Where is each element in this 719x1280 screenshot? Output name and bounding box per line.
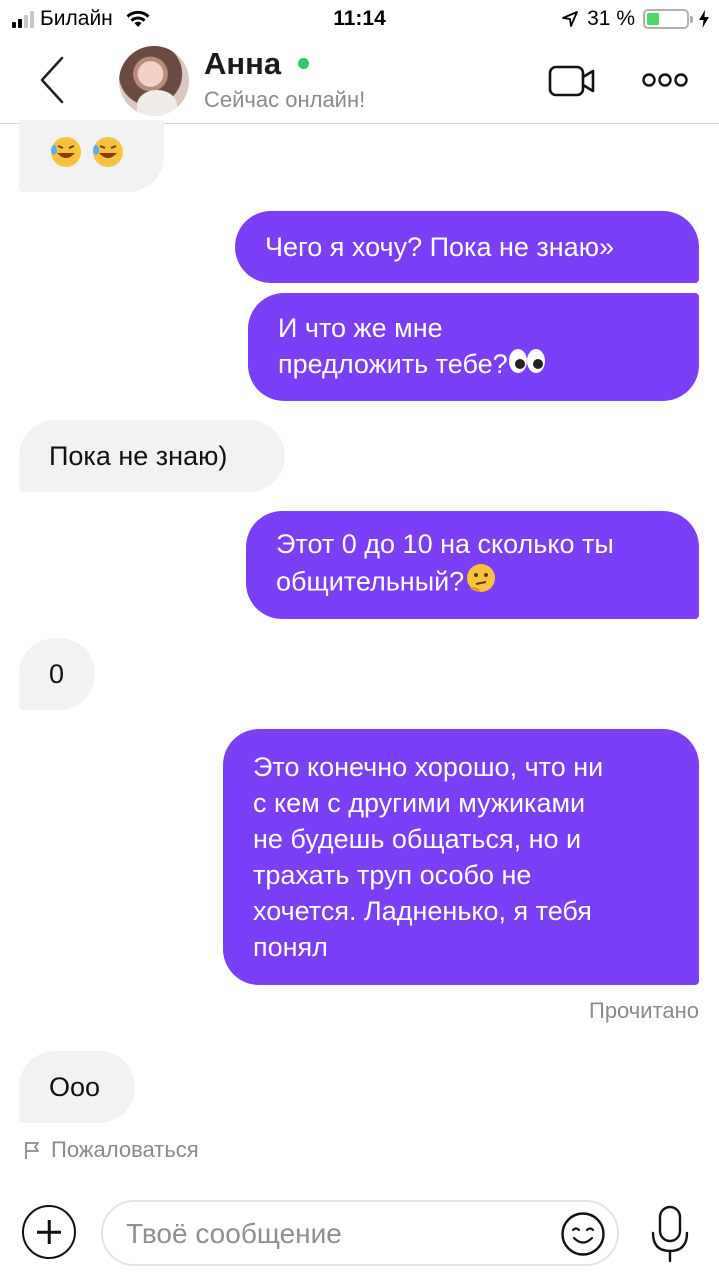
message-input[interactable]: Твоё сообщение bbox=[101, 1200, 619, 1266]
more-dots-icon[interactable] bbox=[642, 68, 688, 92]
eyes-emoji-icon bbox=[508, 347, 546, 384]
smile-icon[interactable] bbox=[560, 1211, 606, 1257]
location-arrow-icon bbox=[562, 11, 579, 27]
read-receipt: Прочитано bbox=[589, 998, 699, 1023]
laughing-emoji-icon bbox=[91, 135, 125, 178]
message-text: Этот 0 до 10 на сколько ты общительный? bbox=[276, 526, 614, 605]
message-text: 0 bbox=[49, 659, 65, 689]
video-camera-icon[interactable] bbox=[548, 64, 596, 98]
message-text: Ооо bbox=[49, 1072, 101, 1102]
microphone-icon[interactable] bbox=[650, 1205, 690, 1263]
message-bubble-incoming[interactable]: Ооо bbox=[19, 1051, 135, 1123]
back-chevron-icon[interactable] bbox=[32, 54, 72, 106]
message-bubble-outgoing[interactable]: Это конечно хорошо, что ни с кем с други… bbox=[223, 729, 699, 985]
message-text: И что же мне предложить тебе? bbox=[278, 310, 546, 384]
plus-circle-icon[interactable] bbox=[22, 1205, 76, 1259]
message-bubble-incoming[interactable]: 0 bbox=[19, 638, 95, 710]
status-bar-right: 31 % bbox=[561, 7, 709, 31]
message-text: Пока не знаю) bbox=[49, 441, 228, 471]
online-indicator bbox=[298, 58, 309, 69]
status-bar: Билайн 11:14 31 % bbox=[0, 0, 719, 40]
battery-percent: 31 % bbox=[587, 7, 635, 30]
contact-name[interactable]: Анна bbox=[204, 46, 281, 82]
report-link[interactable]: Пожаловаться bbox=[23, 1137, 199, 1163]
message-bubble-outgoing[interactable]: Чего я хочу? Пока не знаю» bbox=[235, 211, 699, 283]
charging-bolt-icon bbox=[699, 10, 709, 28]
laughing-emoji-icon bbox=[49, 135, 83, 178]
message-bubble-incoming[interactable]: Пока не знаю) bbox=[19, 420, 285, 492]
message-bubble-outgoing[interactable]: Этот 0 до 10 на сколько ты общительный? bbox=[246, 511, 699, 619]
battery-icon bbox=[643, 9, 693, 29]
contact-status: Сейчас онлайн! bbox=[204, 87, 366, 112]
message-input-placeholder: Твоё сообщение bbox=[126, 1218, 342, 1249]
message-text: Это конечно хорошо, что ни с кем с други… bbox=[253, 752, 604, 962]
flag-icon bbox=[25, 1142, 39, 1159]
report-label: Пожаловаться bbox=[51, 1137, 199, 1162]
message-bubble-incoming[interactable] bbox=[19, 120, 164, 192]
message-text: Чего я хочу? Пока не знаю» bbox=[265, 232, 614, 262]
chat-header: Анна Сейчас онлайн! bbox=[0, 40, 719, 124]
message-bubble-outgoing[interactable]: И что же мне предложить тебе? bbox=[248, 293, 699, 401]
thinking-face-emoji-icon bbox=[464, 562, 498, 605]
avatar[interactable] bbox=[119, 46, 189, 116]
